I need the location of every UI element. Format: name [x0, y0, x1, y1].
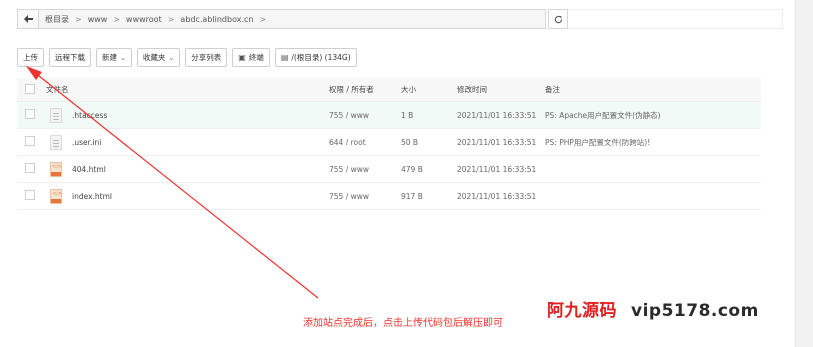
file-name[interactable]: 404.html	[72, 165, 106, 174]
favorites-label: 收藏夹	[142, 53, 166, 62]
disk-icon: ▤	[280, 53, 289, 62]
right-scroll-strip	[795, 0, 813, 347]
watermark: 阿九源码 vip5178.com	[547, 296, 759, 321]
row-check-cell	[17, 190, 46, 202]
text-file-icon	[50, 107, 62, 123]
text-file-icon	[50, 134, 62, 150]
row-note: PS: PHP用户配置文件(防跨站)!	[545, 137, 651, 147]
row-checkbox[interactable]	[25, 163, 35, 173]
row-check-cell	[17, 136, 46, 148]
row-mtime: 2021/11/01 16:33:51	[457, 137, 537, 147]
header-note: 备注	[545, 85, 560, 94]
row-size: 479 B	[401, 164, 423, 174]
refresh-icon	[554, 15, 562, 23]
disk-button[interactable]: ▤/(根目录) (134G)	[274, 48, 357, 67]
row-mtime: 2021/11/01 16:33:51	[457, 164, 537, 174]
row-perm[interactable]: 755 / www	[329, 111, 401, 120]
terminal-icon: ▣	[238, 53, 246, 62]
chevron-right-icon: >	[75, 14, 82, 24]
share-list-button[interactable]: 分享列表	[185, 48, 228, 67]
upload-button[interactable]: 上传	[17, 48, 44, 67]
search-area[interactable]	[568, 9, 783, 29]
header-perm[interactable]: 权限 / 所有者	[329, 84, 401, 95]
chevron-right-icon: >	[113, 14, 121, 24]
new-label: 新建	[102, 53, 117, 62]
file-toolbar: 上传 远程下载 新建 ⌄ 收藏夹 ⌄ 分享列表 ▣ 终端 ▤/(根目录) (134G)	[17, 48, 362, 67]
chevron-down-icon: ⌄	[120, 53, 126, 62]
header-mtime[interactable]: 修改时间	[457, 84, 545, 95]
breadcrumb-root[interactable]: 根目录	[45, 14, 69, 25]
row-perm[interactable]: 755 / www	[329, 192, 401, 201]
row-name-cell: index.html	[46, 188, 329, 204]
row-name-cell: .htaccess	[46, 107, 329, 123]
row-check-cell	[17, 163, 46, 175]
html-file-icon	[50, 161, 62, 177]
terminal-button[interactable]: ▣ 终端	[232, 48, 270, 67]
remote-download-button[interactable]: 远程下载	[49, 48, 91, 67]
table-row[interactable]: index.html 755 / www 917 B 2021/11/01 16…	[17, 183, 761, 210]
annotation-text: 添加站点完成后，点击上传代码包后解压即可	[303, 318, 503, 329]
row-checkbox[interactable]	[25, 109, 35, 119]
file-name[interactable]: index.html	[72, 192, 112, 201]
select-all-cell	[17, 83, 46, 96]
select-all-checkbox[interactable]	[25, 83, 35, 94]
file-name[interactable]: .htaccess	[72, 111, 107, 120]
row-name-cell: 404.html	[46, 161, 329, 177]
row-size: 50 B	[401, 137, 419, 147]
favorites-dropdown-button[interactable]: 收藏夹 ⌄	[136, 48, 181, 67]
breadcrumb-wwwroot[interactable]: wwwroot	[126, 15, 162, 24]
path-bar: 根目录 > www > wwwroot > abdc.ablindbox.cn …	[17, 9, 783, 29]
row-mtime: 2021/11/01 16:33:51	[457, 191, 537, 201]
refresh-button[interactable]	[548, 9, 568, 29]
row-mtime: 2021/11/01 16:33:51	[457, 110, 537, 120]
html-file-icon	[50, 188, 62, 204]
disk-label: /(根目录) (134G)	[291, 53, 351, 62]
header-size[interactable]: 大小	[401, 84, 457, 95]
file-table: 文件名 权限 / 所有者 大小 修改时间 备注 .htaccess 755 / …	[17, 78, 761, 210]
share-list-label: 分享列表	[191, 53, 222, 62]
chevron-right-icon: >	[259, 14, 267, 24]
remote-download-label: 远程下载	[55, 53, 85, 62]
watermark-brand: 阿九源码	[547, 301, 617, 321]
row-size: 1 B	[401, 110, 414, 120]
terminal-label: 终端	[248, 53, 264, 62]
row-perm[interactable]: 644 / root	[329, 138, 401, 147]
back-button[interactable]	[17, 9, 39, 29]
row-checkbox[interactable]	[25, 190, 35, 200]
row-perm[interactable]: 755 / www	[329, 165, 401, 174]
row-checkbox[interactable]	[25, 136, 35, 146]
arrow-left-icon	[23, 15, 33, 23]
header-name[interactable]: 文件名	[46, 84, 329, 95]
table-row[interactable]: 404.html 755 / www 479 B 2021/11/01 16:3…	[17, 156, 761, 183]
chevron-down-icon: ⌄	[168, 53, 175, 62]
upload-label: 上传	[23, 53, 38, 62]
row-note: PS: Apache用户配置文件(伪静态)	[545, 110, 661, 120]
table-row[interactable]: .htaccess 755 / www 1 B 2021/11/01 16:33…	[17, 102, 761, 129]
new-dropdown-button[interactable]: 新建 ⌄	[96, 48, 132, 67]
watermark-site: vip5178.com	[631, 301, 759, 321]
chevron-right-icon: >	[167, 14, 175, 24]
table-row[interactable]: .user.ini 644 / root 50 B 2021/11/01 16:…	[17, 129, 761, 156]
row-check-cell	[17, 109, 46, 121]
breadcrumb-site[interactable]: abdc.ablindbox.cn	[180, 15, 253, 24]
table-header: 文件名 权限 / 所有者 大小 修改时间 备注	[17, 78, 761, 102]
row-name-cell: .user.ini	[46, 134, 329, 150]
row-size: 917 B	[401, 191, 423, 201]
breadcrumb-www[interactable]: www	[88, 15, 108, 24]
file-name[interactable]: .user.ini	[72, 138, 101, 147]
breadcrumb: 根目录 > www > wwwroot > abdc.ablindbox.cn …	[39, 9, 546, 29]
